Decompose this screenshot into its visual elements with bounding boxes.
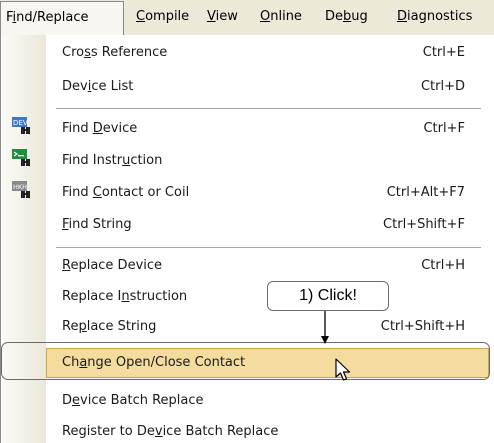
shortcut: Ctrl+D [420,79,465,94]
menu-find-replace[interactable]: Find/Replace [0,1,124,35]
menu-online[interactable]: Online [260,0,302,34]
menu-separator [56,247,481,248]
shortcut: Ctrl+E [422,45,465,60]
menu-item-change-open-close-contact[interactable]: Change Open/Close Contact [46,348,489,378]
shortcut: Ctrl+Shift+F [383,217,465,232]
find-replace-menu: Cross Reference Ctrl+E Device List Ctrl+… [0,35,494,443]
shortcut: Ctrl+H [421,258,465,273]
menu-icon-strip [2,35,46,443]
menu-debug[interactable]: Debug [325,0,368,34]
shortcut: Ctrl+Shift+H [380,319,465,334]
shortcut: Ctrl+Alt+F7 [386,185,465,200]
svg-text:HKH: HKH [13,183,27,191]
menu-item-find-device[interactable]: Find Device Ctrl+F [46,113,494,145]
menu-item-find-string[interactable]: Find String Ctrl+Shift+F [46,209,494,241]
menu-item-cross-reference[interactable]: Cross Reference Ctrl+E [46,37,494,69]
shortcut: Ctrl+F [423,121,465,136]
menu-item-register-device-batch-replace[interactable]: Register to Device Batch Replace [46,416,494,443]
screenshot: Find/Replace Compile View Online Debug D… [0,0,494,443]
mouse-pointer-icon [335,358,351,381]
svg-text:DEV: DEV [13,119,28,127]
menu-item-device-list[interactable]: Device List Ctrl+D [46,71,494,103]
find-contact-icon: HKH [12,181,30,198]
menu-diagnostics[interactable]: Diagnostics [397,0,472,34]
menu-bar: Find/Replace Compile View Online Debug D… [0,0,494,36]
menu-compile[interactable]: Compile [136,0,189,34]
menu-item-device-batch-replace[interactable]: Device Batch Replace [46,385,494,417]
menu-item-replace-device[interactable]: Replace Device Ctrl+H [46,250,494,282]
menu-item-replace-string[interactable]: Replace String Ctrl+Shift+H [46,311,494,343]
menu-view[interactable]: View [207,0,238,34]
annotation-callout: 1) Click! [267,281,389,311]
arrow-down-icon [321,311,329,344]
menu-item-find-instruction[interactable]: Find Instruction [46,145,494,177]
menu-item-find-contact-or-coil[interactable]: Find Contact or Coil Ctrl+Alt+F7 [46,177,494,209]
find-device-icon: DEV [12,117,30,134]
menu-separator [56,108,481,109]
find-instruction-icon [12,149,30,166]
